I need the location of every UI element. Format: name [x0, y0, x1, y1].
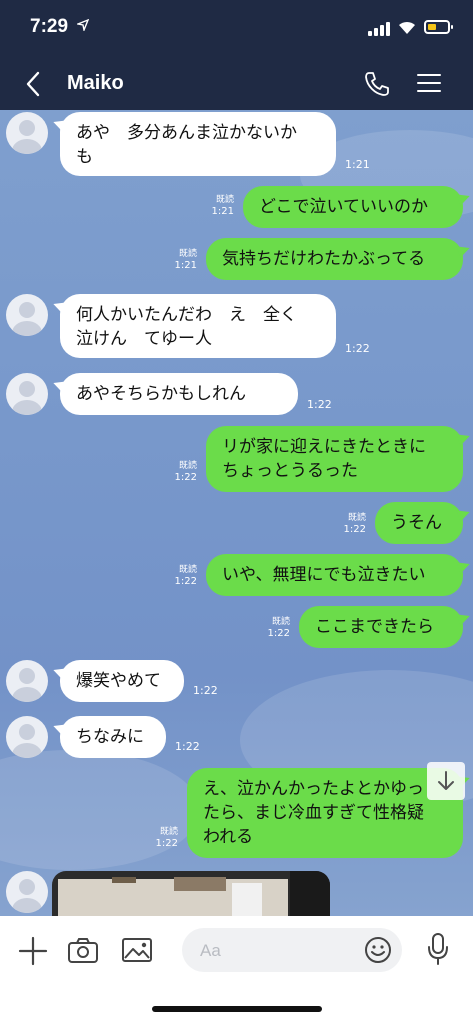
message-time: 1:22: [155, 838, 178, 849]
incoming-message[interactable]: あや 多分あんま泣かないか も: [60, 112, 336, 176]
status-time: 7:29: [30, 16, 69, 37]
microphone-icon[interactable]: [426, 932, 450, 970]
message-time: 1:22: [174, 576, 197, 587]
read-receipt: 既読: [271, 617, 290, 627]
read-receipt: 既読: [178, 565, 197, 575]
outgoing-message[interactable]: どこで泣いていいのか: [243, 186, 463, 228]
home-indicator: [152, 1006, 322, 1012]
outgoing-message[interactable]: え、泣かんかったよとかゆっ たら、まじ冷血すぎて性格疑 われる: [187, 768, 463, 858]
outgoing-message[interactable]: リが家に迎えにきたときに ちょっとうるった: [206, 426, 463, 492]
menu-icon[interactable]: [416, 70, 442, 96]
avatar[interactable]: [6, 716, 48, 758]
phone-icon[interactable]: [362, 69, 392, 99]
wifi-icon: [398, 20, 416, 34]
battery-icon: [424, 20, 453, 34]
read-receipt: 既読: [178, 461, 197, 471]
scroll-to-bottom-button[interactable]: [427, 762, 465, 800]
avatar[interactable]: [6, 294, 48, 336]
outgoing-message[interactable]: ここまできたら: [299, 606, 463, 648]
background-cloud: [0, 750, 200, 870]
avatar[interactable]: [6, 660, 48, 702]
location-arrow-icon: [75, 18, 90, 34]
outgoing-message[interactable]: 気持ちだけわたかぶってる: [206, 238, 463, 280]
incoming-message[interactable]: 何人かいたんだわ え 全く 泣けん てゆー人: [60, 294, 336, 358]
message-time: 1:22: [193, 684, 218, 697]
message-input-field[interactable]: [182, 928, 402, 972]
message-time: 1:22: [175, 740, 200, 753]
camera-icon[interactable]: [67, 936, 99, 968]
message-input[interactable]: [198, 936, 362, 966]
read-receipt: 既読: [159, 827, 178, 837]
photo-message[interactable]: [52, 871, 330, 916]
arrow-down-icon: [438, 771, 454, 790]
avatar[interactable]: [6, 373, 48, 415]
incoming-message[interactable]: あやそちらかもしれん: [60, 373, 298, 415]
image-icon[interactable]: [121, 936, 153, 968]
message-meta: 既読 1:21: [206, 194, 234, 218]
message-time: 1:21: [345, 158, 370, 171]
incoming-message[interactable]: ちなみに: [60, 716, 166, 758]
read-receipt: 既読: [347, 513, 366, 523]
message-meta: 既読 1:22: [150, 826, 178, 850]
message-time: 1:22: [267, 628, 290, 639]
read-receipt: 既読: [215, 195, 234, 205]
message-time: 1:21: [211, 206, 234, 217]
message-meta: 既読 1:22: [262, 616, 290, 640]
chat-title: Maiko: [67, 72, 124, 94]
outgoing-message[interactable]: うそん: [375, 502, 463, 544]
chat-header: Maiko: [0, 58, 473, 110]
status-bar: 7:29: [0, 0, 473, 58]
incoming-message[interactable]: 爆笑やめて: [60, 660, 184, 702]
message-meta: 既読 1:22: [169, 460, 197, 484]
outgoing-message[interactable]: いや、無理にでも泣きたい: [206, 554, 463, 596]
message-time: 1:22: [345, 342, 370, 355]
message-time: 1:22: [174, 472, 197, 483]
message-time: 1:21: [174, 260, 197, 271]
chevron-left-icon[interactable]: [22, 70, 48, 98]
message-time: 1:22: [343, 524, 366, 535]
avatar[interactable]: [6, 112, 48, 154]
message-meta: 既読 1:21: [169, 248, 197, 272]
message-meta: 既読 1:22: [338, 512, 366, 536]
chat-area[interactable]: あや 多分あんま泣かないか も 1:21 既読 1:21 どこで泣いていいのか …: [0, 110, 473, 916]
signal-icon: [368, 22, 392, 36]
avatar[interactable]: [6, 871, 48, 913]
emoji-icon[interactable]: [364, 936, 392, 968]
read-receipt: 既読: [178, 249, 197, 259]
plus-icon[interactable]: [18, 936, 48, 970]
message-time: 1:22: [307, 398, 332, 411]
message-meta: 既読 1:22: [169, 564, 197, 588]
